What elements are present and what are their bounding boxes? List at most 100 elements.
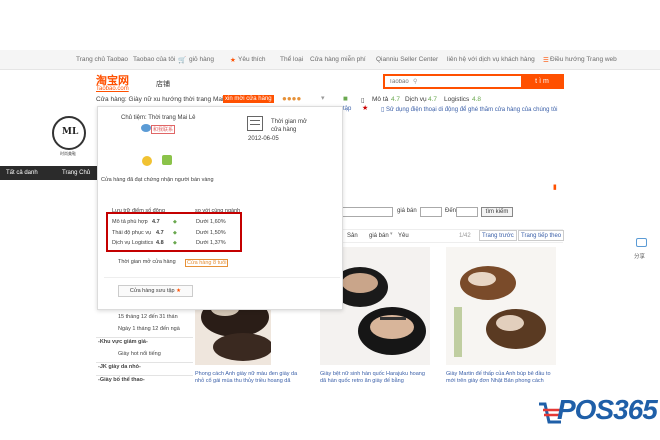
shoe-image <box>446 247 556 365</box>
score-trend: Dưới 1,60% <box>196 219 226 225</box>
nav-home-link[interactable]: Trang chủ Taobao <box>76 56 128 63</box>
watermark-text: POS365 <box>557 394 658 425</box>
logo-cn: 淘宝网 <box>96 74 129 87</box>
sort-new[interactable]: Sản <box>347 231 358 241</box>
product-caption-1[interactable]: Phong cách Anh giày nữ màu đen giày da n… <box>195 371 307 385</box>
shop-name[interactable]: Cửa hàng: Giày nữ xu hướng thời trang Ma… <box>96 96 232 103</box>
divider <box>96 337 193 338</box>
nav-my-taobao-link[interactable]: Taobao của tôi <box>133 56 175 63</box>
search-button[interactable]: tìm <box>522 74 564 89</box>
pos365-watermark: POS365 <box>535 390 660 440</box>
service-score: 4.7 <box>428 96 438 103</box>
nav-site-map-link[interactable]: Điều hướng Trang web <box>550 56 617 63</box>
score-trend: Dưới 1,37% <box>196 240 226 246</box>
green-certificate-icon <box>162 155 172 165</box>
share-button[interactable]: 分享 <box>628 238 654 264</box>
nav-cart-link[interactable]: giỏ hàng <box>189 56 214 63</box>
sidebar-item[interactable]: 15 tháng 12 đến 31 thán <box>118 314 178 320</box>
prev-page-button[interactable]: Trang trước <box>479 230 517 241</box>
badge-sub: 时尚美鞋 <box>60 151 76 156</box>
open-date: 2012-06-05 <box>248 136 279 142</box>
cart-icon: 🛒 <box>178 57 187 64</box>
sidebar-item[interactable]: Giày hot nổi tiếng <box>118 351 161 357</box>
calendar-line <box>250 120 260 121</box>
owner-label: Chủ tiệm: Thời trang Mai Lê <box>121 115 196 121</box>
chat-icon <box>141 124 151 132</box>
home-tab[interactable]: Trang Chủ <box>62 170 90 176</box>
score-value: 4.7 <box>156 230 164 236</box>
search-input[interactable] <box>385 76 521 87</box>
trend-icon: ◆ <box>173 219 177 225</box>
score-value: 4.7 <box>152 219 160 225</box>
product-caption-2[interactable]: Giày bệt nữ sinh hàn quốc Harajuku hoang… <box>320 371 432 385</box>
calendar-line <box>250 124 260 125</box>
sort-price[interactable]: giá bán <box>369 231 389 241</box>
logo-en: Taobao.com <box>96 86 129 92</box>
mobile-notice[interactable]: ▯ Sử dụng điện thoại di động để ghé thăm… <box>381 106 557 113</box>
sidebar-item[interactable]: Ngày 1 tháng 12 đến ngà <box>118 326 180 332</box>
score-label: Thái độ phục vụ <box>112 230 152 236</box>
sidebar-section[interactable]: -Giày bố thể thao- <box>98 377 145 383</box>
trend-icon: ◆ <box>173 230 177 236</box>
sort-fav[interactable]: Yêu <box>398 231 409 241</box>
star-icon: ★ <box>230 57 236 64</box>
follow-store-button[interactable]: xin mời cửa hàng <box>223 95 274 103</box>
desc-score: 4.7 <box>391 96 401 103</box>
page-info: 1/42 <box>459 233 471 239</box>
chevron-down-icon[interactable]: ▾ <box>321 94 325 102</box>
keyword-input[interactable] <box>341 207 393 217</box>
star-icon: ★ <box>176 288 182 294</box>
divider <box>96 362 193 363</box>
share-label: 分享 <box>634 254 646 260</box>
badge-text: ML <box>62 127 79 137</box>
score-label: Mô tả phù hợp <box>112 219 148 225</box>
price-max-input[interactable] <box>456 207 478 217</box>
filter-search-button[interactable]: tìm kiếm <box>481 207 513 217</box>
share-icon <box>636 238 647 247</box>
next-page-button[interactable]: Trang tiếp theo <box>518 230 565 241</box>
store-label: 店铺 <box>156 81 170 88</box>
certified-text: Cửa hàng đã đạt chứng nhận người bán vàn… <box>101 177 214 183</box>
mobile-notice-text: Sử dụng điện thoại di động để ghé thăm c… <box>385 107 558 113</box>
taobao-logo[interactable]: 淘宝网 Taobao.com <box>96 75 142 92</box>
price-label: giá bán <box>397 208 417 214</box>
search-icon: ⚲ <box>413 79 418 85</box>
divider <box>104 277 340 278</box>
nav-category-link[interactable]: Thể loại <box>280 56 303 63</box>
nav-seller-center-link[interactable]: Qianniu Seller Center <box>376 56 438 63</box>
score-value: 4.8 <box>156 240 164 246</box>
contact-button[interactable]: 和我联系 <box>151 125 176 134</box>
menu-icon: ☰ <box>543 57 549 64</box>
divider <box>96 375 193 376</box>
product-image-3[interactable] <box>446 247 556 365</box>
category-bar: Tất cả danh Trang Chủ <box>0 166 97 180</box>
green-badge-icon: ■ <box>343 94 348 103</box>
open-label: Thời gian mở cửa hàng <box>271 119 307 133</box>
search-box <box>383 74 523 89</box>
open-time-label: Thời gian mở cửa hàng <box>118 259 176 265</box>
favorite-store-label: Cửa hàng sưu tập <box>129 288 175 294</box>
all-categories-button[interactable]: Tất cả danh <box>6 170 38 176</box>
desc-label: Mô tả <box>372 96 389 103</box>
store-age-badge: Cửa hàng 8 tuổi <box>185 259 229 267</box>
product-caption-3[interactable]: Giày Martin đế thấp của Anh búp bê đầu t… <box>446 371 558 385</box>
red-mark-icon: ▮ <box>553 184 557 191</box>
gold-medal-icon <box>142 156 152 166</box>
crown-rating-icon: ●●●● <box>282 94 302 103</box>
sort-arrow-icon: ▾ <box>390 231 393 237</box>
nav-favorites-link[interactable]: Yêu thích <box>238 56 265 63</box>
price-min-input[interactable] <box>420 207 442 217</box>
sidebar-section[interactable]: -Khu vực giảm giá- <box>98 339 148 345</box>
mobile-icon: ▯ <box>361 97 365 104</box>
logistics-score: 4.8 <box>472 96 482 103</box>
favorite-store-button[interactable]: Cửa hàng sưu tập ★ <box>118 285 193 297</box>
score-label: Dịch vụ Logistics <box>112 240 154 246</box>
nav-free-store-link[interactable]: Cửa hàng miễn phí <box>310 56 366 63</box>
store-logo-badge: ML 时尚美鞋 <box>50 114 90 162</box>
sidebar-section[interactable]: -JK giày da nhỏ- <box>98 364 141 370</box>
score-trend: Dưới 1,50% <box>196 230 226 236</box>
to-label: Đến <box>445 208 457 214</box>
top-nav-bar: Trang chủ Taobao Taobao của tôi 🛒 giỏ hà… <box>0 50 660 70</box>
tap-link[interactable]: tập <box>343 106 351 112</box>
nav-customer-service-link[interactable]: liên hệ với dịch vụ khách hàng <box>447 56 535 63</box>
